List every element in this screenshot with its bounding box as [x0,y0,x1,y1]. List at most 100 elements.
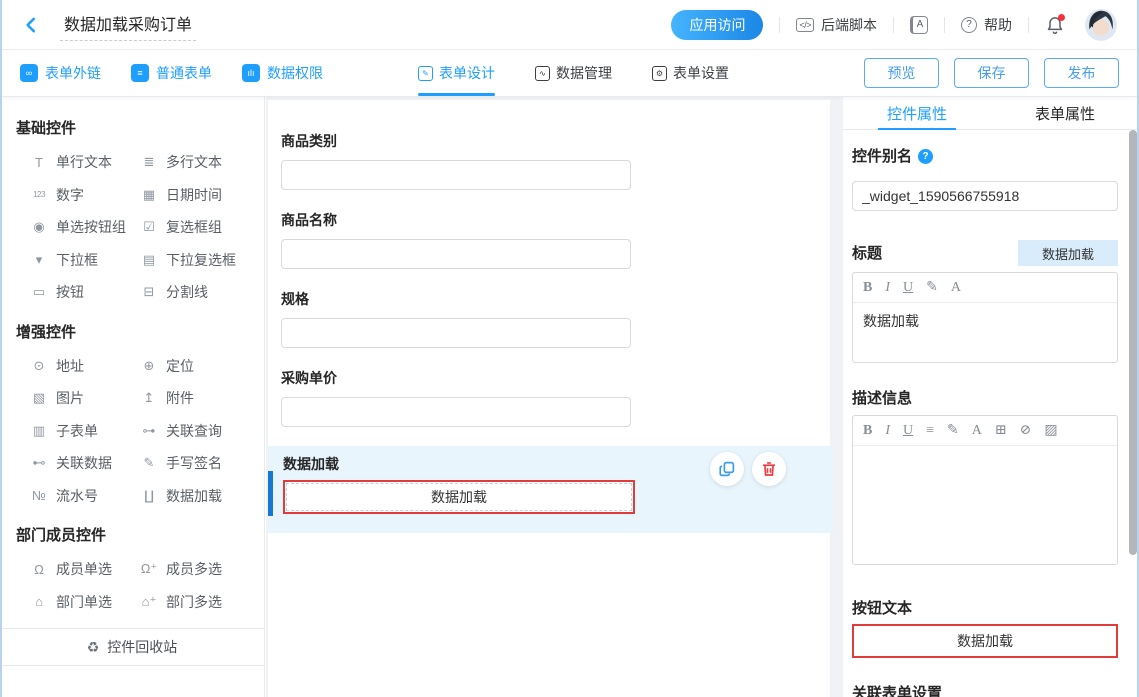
widget-checkbox-group[interactable]: ☑复选框组 [140,211,250,244]
divider [779,17,780,33]
widget-location[interactable]: ⊕定位 [140,350,250,383]
widget-alias-label: 控件别名 [852,146,912,167]
checkbox-icon: ☑ [140,219,158,235]
bold-icon[interactable]: B [863,280,872,296]
user-avatar[interactable] [1085,9,1117,41]
widget-data-load[interactable]: ∐数据加载 [140,480,250,513]
widget-member-multi[interactable]: Ω⁺成员多选 [140,553,250,586]
field-label: 采购单价 [281,367,631,389]
data-permission-tab[interactable]: ılı 数据权限 [242,63,323,83]
widget-subform[interactable]: ▥子表单 [30,415,140,448]
widget-member-single[interactable]: Ω成员单选 [30,553,140,586]
widget-multi-line-text[interactable]: ≣多行文本 [140,146,250,179]
divider [1028,17,1029,33]
title-preview-badge[interactable]: 数据加载 [1018,240,1118,266]
widget-dept-multi[interactable]: ⌂⁺部门多选 [140,586,250,619]
tab-form-settings[interactable]: ⚙ 表单设置 [652,50,729,96]
widget-linked-query[interactable]: ⊶关联查询 [140,415,250,448]
widget-attachment[interactable]: ↥附件 [140,382,250,415]
form-type-group: ∞ 表单外链 ≡ 普通表单 ılı 数据权限 [20,63,323,83]
insert-field-icon[interactable]: ⊞ [995,422,1007,439]
help-label: 帮助 [984,15,1012,35]
topbar-right-group: 应用访问 </> 后端脚本 A ? 帮助 [671,9,1117,41]
member-widget-grid: Ω成员单选 Ω⁺成员多选 ⌂部门单选 ⌂⁺部门多选 [0,553,264,618]
widget-alias-input[interactable] [852,181,1118,211]
divider-line-icon: ⊟ [140,284,158,300]
title-section-label: 标题 [852,243,882,264]
widget-image[interactable]: ▧图片 [30,382,140,415]
form-toolbar: ∞ 表单外链 ≡ 普通表单 ılı 数据权限 ✎ 表单设计 ∿ 数据管理 ⚙ [0,50,1139,97]
field-input[interactable] [281,397,631,427]
publish-button[interactable]: 发布 [1044,58,1119,88]
normal-form-tab[interactable]: ≡ 普通表单 [131,63,212,83]
widget-dropdown[interactable]: ▾下拉框 [30,244,140,277]
form-field-spec[interactable]: 规格 [281,288,631,348]
copy-widget-icon[interactable] [710,452,744,486]
form-external-link-tab[interactable]: ∞ 表单外链 [20,63,101,83]
widget-number[interactable]: 123数字 [30,179,140,212]
help-button[interactable]: ? 帮助 [961,15,1012,35]
underline-icon[interactable]: U [903,423,913,439]
app-access-button[interactable]: 应用访问 [671,10,763,40]
form-field-product-category[interactable]: 商品类别 [281,130,631,190]
field-input[interactable] [281,160,631,190]
pen-icon[interactable]: ✎ [947,422,959,439]
widget-dept-single[interactable]: ⌂部门单选 [30,586,140,619]
dictionary-button[interactable]: A [910,16,928,34]
linked-query-icon: ⊶ [140,423,158,439]
widget-address[interactable]: ⊙地址 [30,350,140,383]
title-editor-content[interactable]: 数据加载 [853,303,1117,362]
designer-tabs: ✎ 表单设计 ∿ 数据管理 ⚙ 表单设置 [418,50,729,96]
field-input[interactable] [281,239,631,269]
form-field-product-name[interactable]: 商品名称 [281,209,631,269]
backend-script-button[interactable]: </> 后端脚本 [796,15,877,35]
backend-script-label: 后端脚本 [821,15,877,35]
widget-serial-number[interactable]: №流水号 [30,480,140,513]
unlink-icon[interactable]: ⊘ [1020,422,1032,439]
field-input[interactable] [281,318,631,348]
delete-widget-icon[interactable] [752,452,786,486]
widget-recycle-bin[interactable]: ♻ 控件回收站 [0,628,264,666]
properties-panel: 控件属性 表单属性 控件别名 ? 标题 数据加载 B I U ✎ A 数据加载 … [843,97,1139,697]
single-line-text-icon: T [30,155,48,170]
tab-data-management[interactable]: ∿ 数据管理 [535,50,612,96]
notification-bell-icon[interactable] [1045,15,1065,35]
description-editor-content[interactable] [853,446,1117,564]
data-load-chart-icon: ∐ [140,488,158,504]
tab-widget-properties[interactable]: 控件属性 [843,97,991,129]
preview-button[interactable]: 预览 [864,58,939,88]
dictionary-icon: A [910,16,928,34]
bold-icon[interactable]: B [863,423,872,439]
widget-button[interactable]: ▭按钮 [30,276,140,309]
form-field-purchase-price[interactable]: 采购单价 [281,367,631,427]
underline-icon[interactable]: U [903,280,913,296]
widget-datetime[interactable]: ▦日期时间 [140,179,250,212]
pen-icon[interactable]: ✎ [926,279,938,296]
alias-help-icon[interactable]: ? [918,149,933,164]
data-load-button[interactable]: 数据加载 [283,480,635,514]
align-icon[interactable]: ≡ [926,423,934,439]
people-icon: Ω⁺ [140,561,158,577]
font-color-icon[interactable]: A [972,423,982,439]
font-color-icon[interactable]: A [951,280,961,296]
italic-icon[interactable]: I [885,423,890,439]
divider [944,17,945,33]
tab-form-properties[interactable]: 表单属性 [991,97,1139,129]
selected-data-load-widget[interactable]: 数据加载 数据加载 [268,446,832,533]
save-button[interactable]: 保存 [954,58,1029,88]
italic-icon[interactable]: I [885,280,890,296]
widget-dropdown-multiselect[interactable]: ▤下拉复选框 [140,244,250,277]
tab-form-design[interactable]: ✎ 表单设计 [418,50,495,96]
insert-image-icon[interactable]: ▨ [1044,422,1057,439]
back-icon[interactable] [22,14,44,36]
number-icon: 123 [30,190,48,199]
description-section-label: 描述信息 [852,388,1118,409]
widget-signature[interactable]: ✎手写签名 [140,447,250,480]
widget-single-line-text[interactable]: T单行文本 [30,146,140,179]
scrollbar-thumb[interactable] [1129,130,1137,555]
widget-linked-data[interactable]: ⊷关联数据 [30,447,140,480]
widget-radio-group[interactable]: ◉单选按钮组 [30,211,140,244]
document-title[interactable]: 数据加载采购订单 [60,9,196,41]
button-text-input[interactable]: 数据加载 [852,624,1118,658]
widget-divider-line[interactable]: ⊟分割线 [140,276,250,309]
